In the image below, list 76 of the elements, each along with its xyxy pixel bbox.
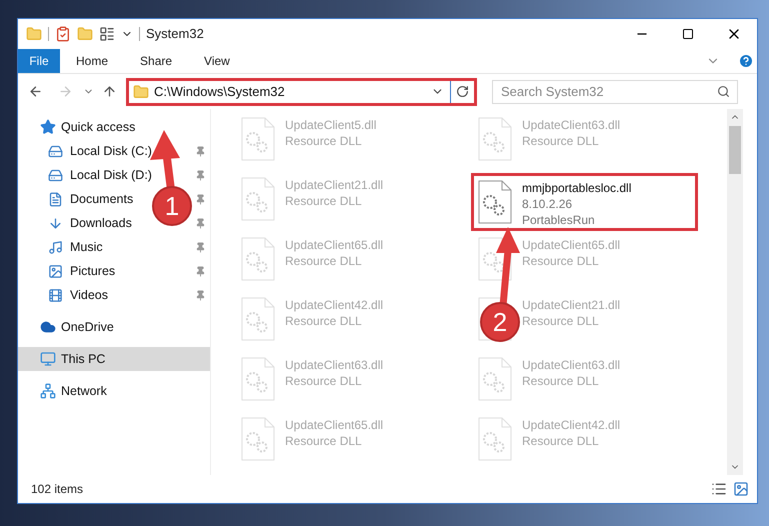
file-detail: Resource DLL (285, 253, 363, 269)
window-title: System32 (146, 25, 204, 44)
picture-icon (48, 264, 63, 278)
file-name: UpdateClient42.dll (522, 417, 620, 433)
monitor-icon (40, 351, 56, 367)
scrollbar-thumb[interactable] (729, 126, 741, 174)
pin-icon[interactable] (195, 242, 206, 252)
address-path: C:\Windows\System32 (154, 82, 285, 101)
file-name: UpdateClient63.dll (522, 117, 620, 133)
drive-icon (48, 168, 63, 182)
ribbon-tab[interactable]: Share (124, 49, 188, 73)
download-arrow-icon (48, 216, 63, 230)
file-detail: Resource DLL (522, 253, 600, 269)
pin-icon[interactable] (195, 194, 206, 204)
file-tab[interactable]: File (18, 49, 60, 73)
tiles-view-icon[interactable] (733, 481, 749, 497)
file-name: UpdateClient42.dll (285, 297, 384, 313)
file-detail: Resource DLL (522, 313, 600, 329)
sidebar-item[interactable]: Pictures (48, 262, 116, 280)
sidebar-item[interactable]: OneDrive (18, 315, 210, 339)
sidebar-item[interactable]: Local Disk (C:) (48, 142, 152, 160)
item-count: 102 items (31, 481, 84, 498)
ribbon-tab[interactable]: View (188, 49, 246, 73)
file-detail: Resource DLL (522, 373, 600, 389)
sidebar-item[interactable]: Downloads (48, 214, 132, 232)
address-bar[interactable]: C:\Windows\System32 (126, 78, 477, 106)
drive-icon (48, 144, 63, 158)
pin-icon[interactable] (195, 266, 206, 276)
scrollbar[interactable] (727, 109, 743, 475)
file-name: UpdateClient65.dll (522, 237, 620, 253)
file-detail: Resource DLL (285, 373, 363, 389)
cloud-icon (40, 319, 56, 335)
properties-icon[interactable] (99, 26, 115, 42)
sidebar-item[interactable]: Videos (48, 286, 108, 304)
file-name: mmjbportablesloc.dll (522, 180, 632, 196)
pin-icon[interactable] (195, 218, 206, 228)
folder-icon (133, 84, 149, 100)
file-detail: Resource DLL (522, 133, 600, 149)
file-detail: Resource DLL (285, 313, 363, 329)
file-detail: Resource DLL (285, 433, 363, 449)
document-icon (48, 192, 63, 206)
folder-icon[interactable] (26, 26, 42, 42)
checklist-icon[interactable] (55, 26, 71, 42)
help-icon[interactable] (738, 53, 754, 69)
file-name: UpdateClient65.dll (285, 237, 384, 253)
sidebar-item[interactable]: This PC (18, 347, 210, 371)
pin-icon[interactable] (195, 290, 206, 300)
sidebar-item[interactable]: Local Disk (D:) (48, 166, 152, 184)
file-detail: 8.10.2.26 (522, 196, 574, 212)
details-view-icon[interactable] (711, 481, 727, 497)
sidebar-item[interactable]: Quick access (18, 115, 210, 139)
maximize-icon (682, 28, 694, 40)
film-icon (48, 288, 63, 302)
search-icon (717, 84, 730, 98)
sidebar-item[interactable]: Documents (48, 190, 134, 208)
sidebar-item[interactable]: Music (48, 238, 103, 256)
sidebar-item[interactable]: Network (18, 379, 210, 403)
file-name: UpdateClient21.dll (522, 297, 620, 313)
search-field[interactable]: Search System32 (492, 80, 738, 104)
file-detail: Resource DLL (285, 133, 363, 149)
file-name: UpdateClient21.dll (285, 177, 384, 193)
file-name: UpdateClient5.dll (285, 117, 376, 133)
file-detail: Resource DLL (285, 193, 363, 209)
pin-icon[interactable] (195, 170, 206, 180)
network-icon (40, 383, 56, 399)
ribbon-tab[interactable]: Home (60, 49, 124, 73)
refresh-icon[interactable] (456, 85, 469, 98)
file-name: UpdateClient65.dll (285, 417, 384, 433)
music-note-icon (48, 240, 63, 254)
pin-icon[interactable] (195, 146, 206, 156)
file-name: UpdateClient63.dll (522, 357, 620, 373)
file-detail: Resource DLL (522, 433, 600, 449)
folder-icon[interactable] (77, 26, 93, 42)
star-icon (40, 119, 56, 135)
file-detail: PortablesRun (522, 212, 596, 228)
file-name: UpdateClient63.dll (285, 357, 384, 373)
